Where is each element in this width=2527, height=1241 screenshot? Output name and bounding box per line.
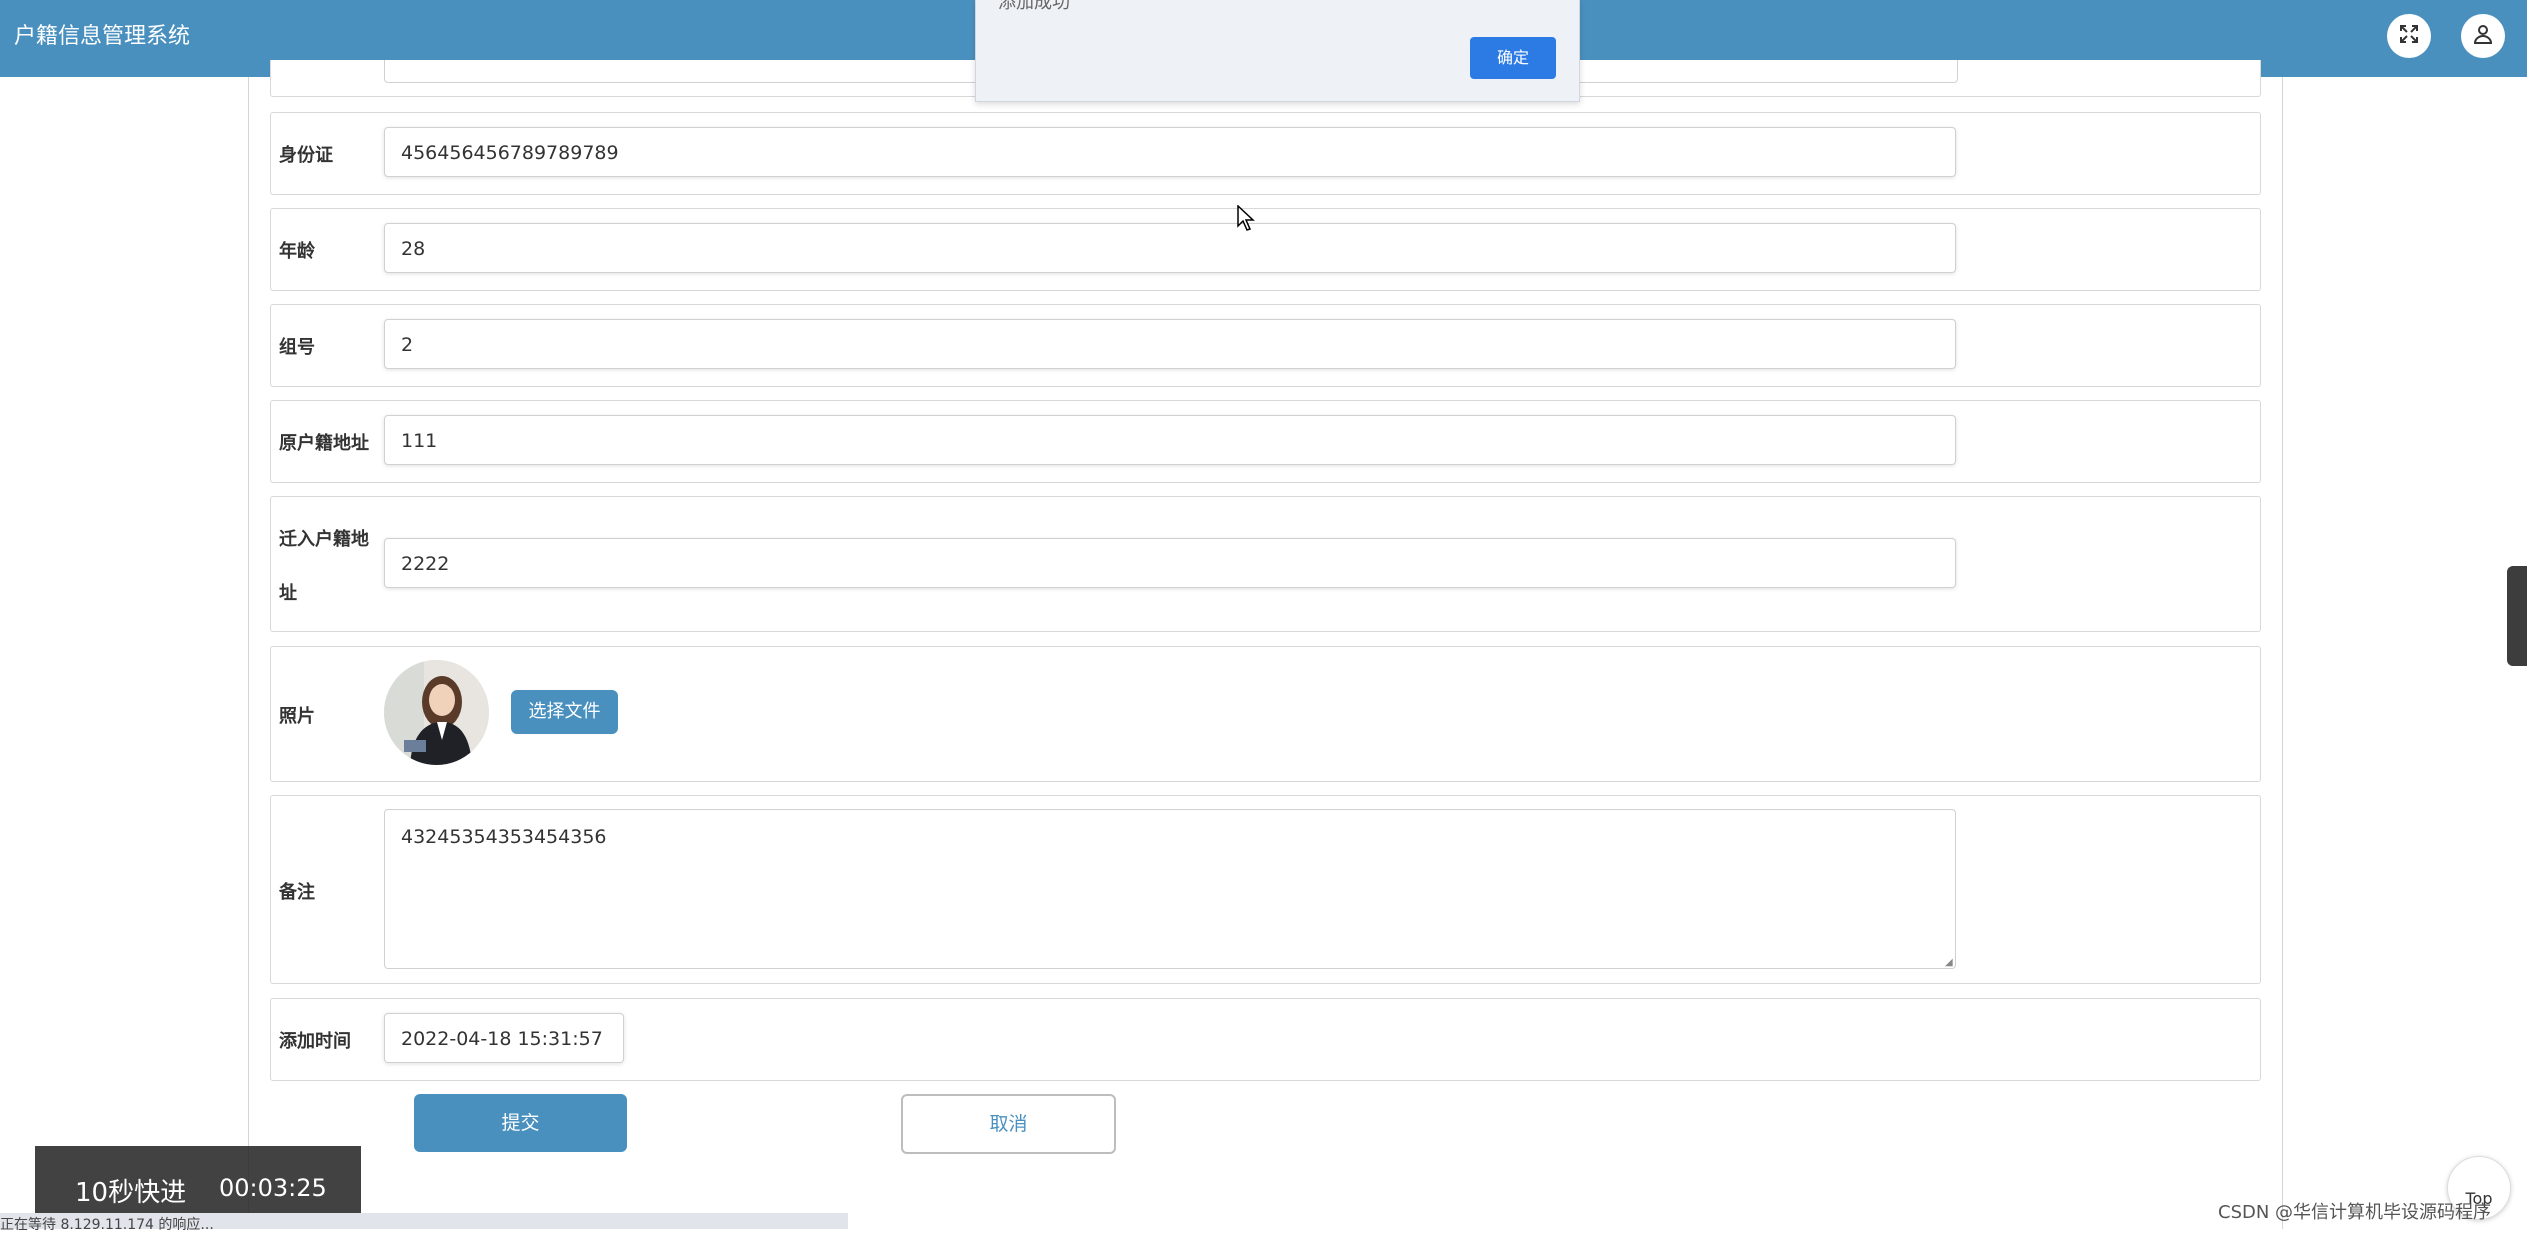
age-label: 年龄 [279,241,315,262]
video-time: 00:03:25 [219,1174,327,1202]
form-row-group-no: 组号 2 [270,304,2261,387]
id-card-label: 身份证 [279,145,333,166]
success-alert: 添加成功 确定 [975,0,1580,102]
fullscreen-icon [2397,22,2421,50]
add-time-input[interactable]: 2022-04-18 15:31:57 [384,1013,624,1063]
remark-label: 备注 [279,882,315,903]
mouse-cursor-icon [1237,204,1255,235]
fast-forward-button[interactable]: 10秒快进 [75,1172,186,1209]
original-address-input[interactable]: 111 [384,415,1956,465]
moved-in-address-input[interactable]: 2222 [384,538,1956,588]
form-row-moved-in-address: 迁入户籍地 址 2222 [270,496,2261,632]
app-title: 户籍信息管理系统 [14,24,191,49]
form-row-add-time: 添加时间 2022-04-18 15:31:57 [270,998,2261,1081]
cancel-button[interactable]: 取消 [901,1094,1116,1154]
submit-button[interactable]: 提交 [414,1094,627,1152]
form-row-original-address: 原户籍地址 111 [270,400,2261,483]
status-text: 正在等待 8.129.11.174 的响应... [0,1217,214,1233]
id-card-input[interactable]: 456456456789789789 [384,127,1956,177]
form-row-remark: 备注 43245354353454356 ◢ [270,795,2261,984]
remark-textarea[interactable]: 43245354353454356 [384,809,1956,969]
add-time-label: 添加时间 [279,1031,351,1052]
group-no-input[interactable]: 2 [384,319,1956,369]
choose-file-button[interactable]: 选择文件 [511,690,618,734]
original-address-label: 原户籍地址 [279,433,369,454]
form-row-id-card: 身份证 456456456789789789 [270,112,2261,195]
fullscreen-button[interactable] [2387,14,2431,58]
watermark: CSDN @华信计算机毕设源码程序 [2218,1202,2492,1223]
resize-handle-icon[interactable]: ◢ [1945,957,1953,968]
form-row-photo: 照片 选择文件 [270,646,2261,782]
avatar [384,660,489,765]
user-icon [2471,22,2495,50]
age-input[interactable]: 28 [384,223,1956,273]
group-no-label: 组号 [279,337,315,358]
form-row-age: 年龄 28 [270,208,2261,291]
user-menu-button[interactable] [2461,14,2505,58]
alert-message: 添加成功 [998,0,1070,13]
side-panel-handle[interactable] [2507,566,2527,666]
moved-in-address-label-line2: 址 [279,583,297,604]
moved-in-address-label-line1: 迁入户籍地 [279,529,369,550]
alert-ok-button[interactable]: 确定 [1470,37,1556,79]
photo-label: 照片 [279,706,315,727]
